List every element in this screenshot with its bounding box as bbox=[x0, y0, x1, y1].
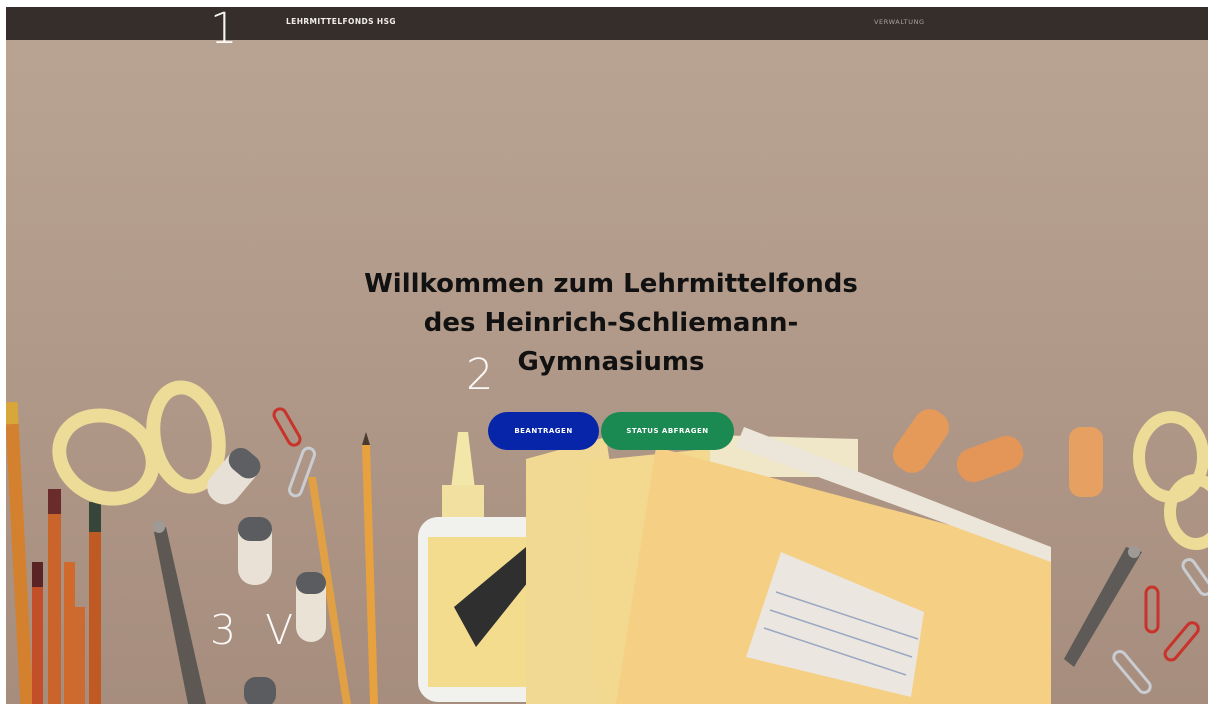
annotation-marker-2: 2 bbox=[466, 350, 494, 400]
hero-title-line: Gymnasiums bbox=[517, 347, 705, 377]
status-abfragen-button[interactable]: STATUS ABFRAGEN bbox=[601, 412, 734, 450]
brand-link[interactable]: LEHRMITTELFONDS HSG bbox=[286, 17, 396, 26]
page-frame: LEHRMITTELFONDS HSG VERWALTUNG Willkomme… bbox=[6, 7, 1208, 704]
annotation-marker-1: 1 bbox=[210, 4, 238, 54]
beantragen-button[interactable]: BEANTRAGEN bbox=[488, 412, 599, 450]
annotation-marker-3: 3 V bbox=[210, 606, 302, 654]
hero-title-line: des Heinrich-Schliemann- bbox=[423, 308, 799, 338]
top-navbar: LEHRMITTELFONDS HSG VERWALTUNG bbox=[6, 7, 1208, 40]
hero-title: Willkommen zum Lehrmittelfonds des Heinr… bbox=[336, 265, 886, 382]
hero-title-line: Willkommen zum Lehrmittelfonds bbox=[364, 269, 858, 299]
nav-link-verwaltung[interactable]: VERWALTUNG bbox=[874, 18, 925, 26]
